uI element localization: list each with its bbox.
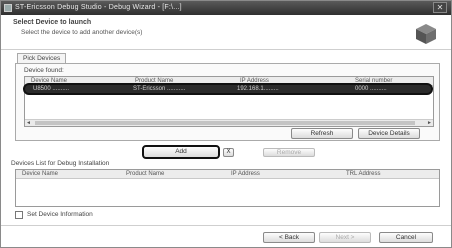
column-header[interactable]: Product Name: [126, 171, 164, 177]
app-icon: [4, 4, 12, 12]
header-title: Select Device to launch: [13, 19, 92, 26]
column-header[interactable]: IP Address: [231, 171, 260, 177]
title-bar: ST-Ericsson Debug Studio - Debug Wizard …: [1, 1, 451, 15]
scroll-right-icon[interactable]: ►: [426, 120, 433, 126]
remove-icon[interactable]: Ⅹ: [223, 148, 234, 157]
table-header: Device Name Product Name IP Address TRL …: [16, 170, 439, 179]
footer-divider: [1, 225, 451, 226]
cancel-button[interactable]: Cancel: [379, 232, 433, 243]
table-row-selected[interactable]: U8500 .......... ST-Ericsson ...........…: [23, 83, 433, 95]
wizard-window: ST-Ericsson Debug Studio - Debug Wizard …: [0, 0, 452, 248]
window-title: ST-Ericsson Debug Studio - Debug Wizard …: [15, 4, 182, 11]
horizontal-scrollbar[interactable]: ◄ ►: [25, 119, 433, 126]
next-button[interactable]: Next >: [319, 232, 371, 243]
scroll-thumb[interactable]: [35, 121, 415, 125]
back-button[interactable]: < Back: [263, 232, 315, 243]
cell-ip-address: 192.168.1.........: [237, 86, 279, 92]
cell-serial-number: 0000 ..........: [355, 86, 387, 92]
devices-found-panel: Device found: Device Name Product Name I…: [15, 63, 440, 141]
devices-list-label: Devices List for Debug Installation: [11, 160, 110, 167]
close-button[interactable]: ✕: [433, 2, 447, 13]
remove-button[interactable]: Remove: [263, 148, 315, 157]
wizard-header: Select Device to launch Select the devic…: [1, 15, 451, 50]
device-details-button[interactable]: Device Details: [358, 128, 420, 139]
set-device-info-checkbox[interactable]: [15, 211, 23, 219]
header-subtitle: Select the device to add another device(…: [21, 29, 143, 36]
cell-product-name: ST-Ericsson ...........: [133, 86, 186, 92]
scroll-left-icon[interactable]: ◄: [25, 120, 32, 126]
refresh-button[interactable]: Refresh: [291, 128, 353, 139]
devices-found-label: Device found:: [24, 67, 64, 74]
add-button[interactable]: Add: [142, 145, 220, 159]
cube-icon: [416, 24, 436, 44]
cell-device-name: U8500 ..........: [33, 86, 70, 92]
devices-list-table[interactable]: Device Name Product Name IP Address TRL …: [15, 169, 440, 207]
column-header[interactable]: TRL Address: [346, 171, 380, 177]
set-device-info-label: Set Device Information: [27, 211, 93, 218]
column-header[interactable]: Device Name: [22, 171, 58, 177]
